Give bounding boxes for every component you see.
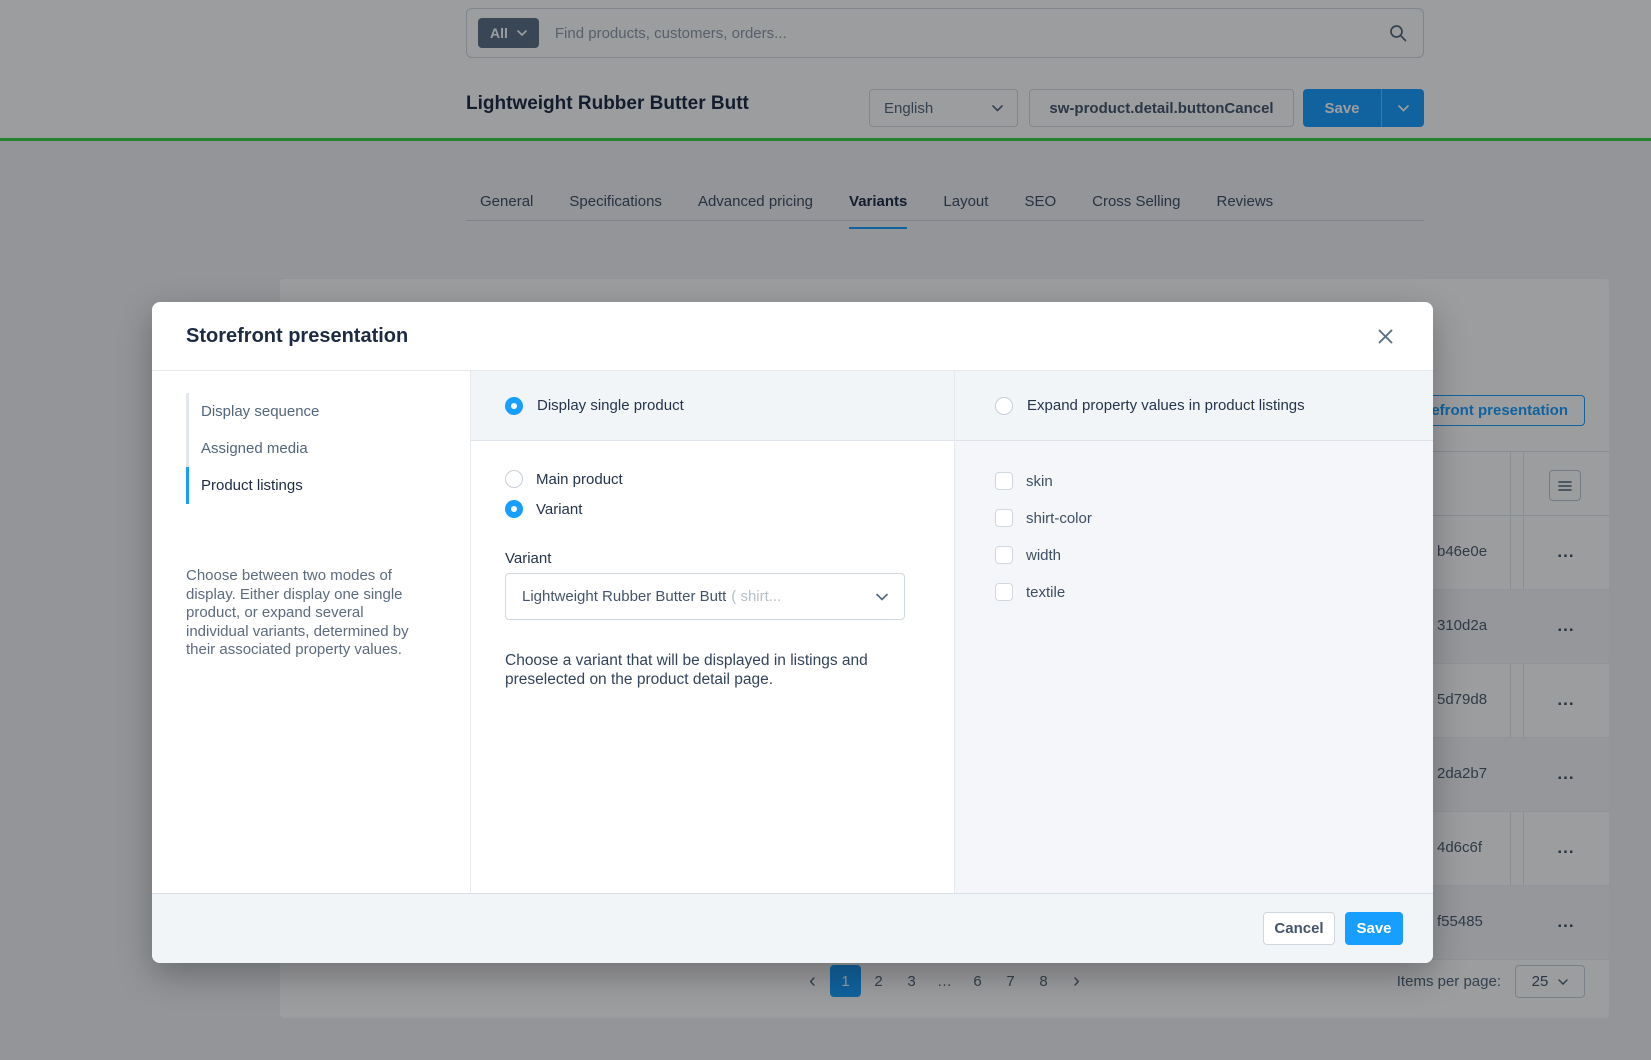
close-button[interactable] [1373, 324, 1397, 348]
variant-select-value-muted: ( shirt... [731, 588, 781, 605]
display-single-product-option[interactable]: Display single product [471, 371, 954, 441]
property-skin[interactable]: skin [995, 472, 1433, 490]
display-single-product-label: Display single product [537, 397, 684, 414]
radio-variant[interactable] [505, 500, 523, 518]
chevron-down-icon [876, 593, 888, 601]
variant-help-text: Choose a variant that will be displayed … [505, 651, 903, 689]
expand-properties-column: Expand property values in product listin… [955, 371, 1433, 893]
checkbox-skin[interactable] [995, 472, 1013, 490]
property-textile-label: textile [1026, 584, 1065, 601]
expand-property-values-option[interactable]: Expand property values in product listin… [955, 371, 1433, 441]
property-list: skin shirt-color width textile [955, 441, 1433, 620]
checkbox-shirt-color[interactable] [995, 509, 1013, 527]
variant-option[interactable]: Variant [505, 499, 954, 519]
property-skin-label: skin [1026, 473, 1053, 490]
sidebar-item-product-listings[interactable]: Product listings [186, 467, 422, 504]
mode-description: Choose between two modes of display. Eit… [186, 567, 426, 660]
variant-field-label: Variant [505, 550, 954, 567]
modal-sidebar: Display sequence Assigned media Product … [152, 371, 470, 893]
radio-expand-property-values[interactable] [995, 397, 1013, 415]
radio-display-single-product[interactable] [505, 397, 523, 415]
main-product-option[interactable]: Main product [505, 469, 954, 489]
sidebar-item-display-sequence[interactable]: Display sequence [186, 393, 422, 430]
sidebar-item-assigned-media[interactable]: Assigned media [186, 430, 422, 467]
cancel-button[interactable]: Cancel [1263, 912, 1335, 945]
property-textile[interactable]: textile [995, 583, 1433, 601]
checkbox-textile[interactable] [995, 583, 1013, 601]
radio-main-product[interactable] [505, 470, 523, 488]
property-shirt-color[interactable]: shirt-color [995, 509, 1433, 527]
modal-footer: Cancel Save [152, 893, 1433, 963]
variant-select-value: Lightweight Rubber Butter Butt [522, 588, 726, 605]
modal-title: Storefront presentation [186, 325, 408, 348]
expand-property-values-label: Expand property values in product listin… [1027, 397, 1305, 414]
single-product-column: Display single product Main product Vari… [470, 371, 955, 893]
variant-select[interactable]: Lightweight Rubber Butter Butt ( shirt..… [505, 573, 905, 620]
close-icon [1378, 329, 1393, 344]
modal-body: Display sequence Assigned media Product … [152, 370, 1433, 893]
property-width-label: width [1026, 547, 1061, 564]
property-width[interactable]: width [995, 546, 1433, 564]
variant-option-label: Variant [536, 501, 582, 518]
main-product-label: Main product [536, 471, 623, 488]
property-shirt-color-label: shirt-color [1026, 510, 1092, 527]
checkbox-width[interactable] [995, 546, 1013, 564]
save-button[interactable]: Save [1345, 912, 1403, 945]
modal-header: Storefront presentation [152, 302, 1433, 370]
storefront-presentation-modal: Storefront presentation Display sequence… [152, 302, 1433, 963]
